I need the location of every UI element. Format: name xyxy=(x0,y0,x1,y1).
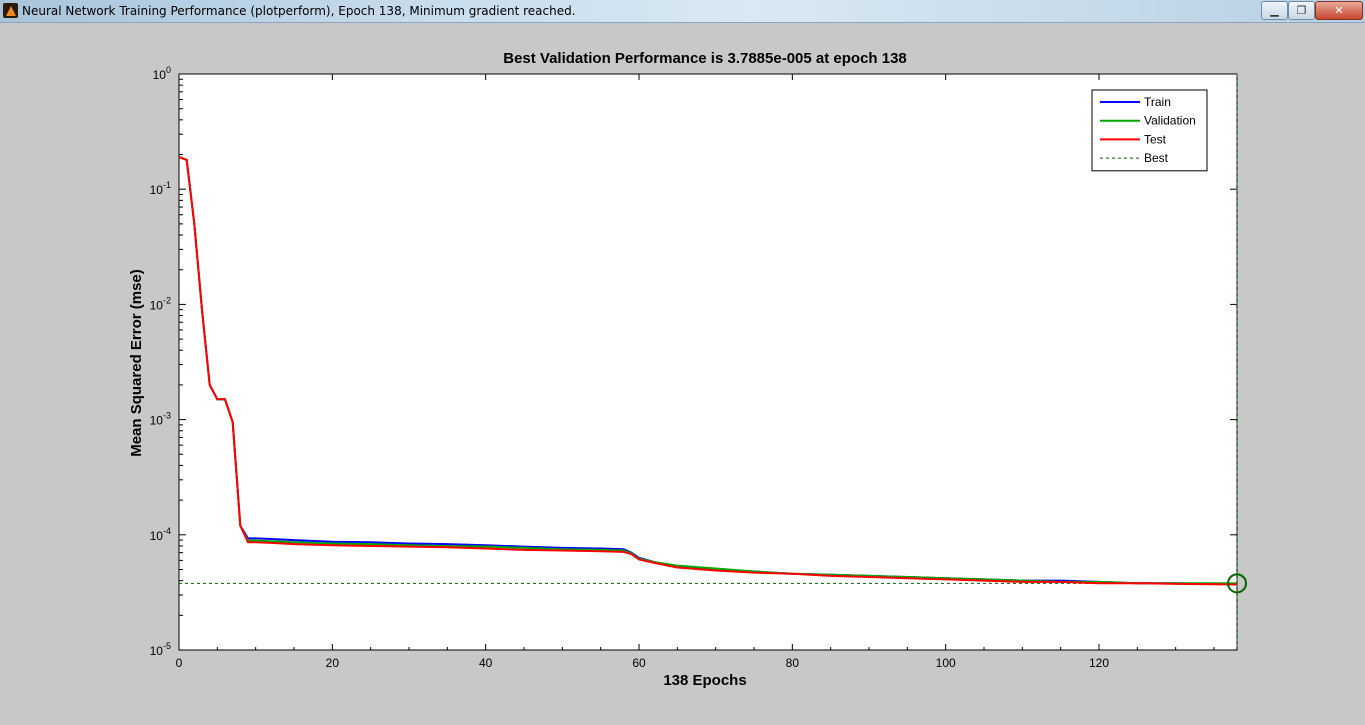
chart-title: Best Validation Performance is 3.7885e-0… xyxy=(503,50,907,67)
y-tick-label: 10-2 xyxy=(150,295,171,312)
x-tick-label: 20 xyxy=(326,656,340,670)
y-tick-label: 10-3 xyxy=(150,411,171,428)
x-tick-label: 120 xyxy=(1089,656,1109,670)
y-tick-label: 100 xyxy=(153,65,171,82)
plot-area xyxy=(178,73,1238,651)
y-axis-label: Mean Squared Error (mse) xyxy=(128,269,145,457)
x-axis-label: 138 Epochs xyxy=(663,672,746,689)
x-tick-label: 0 xyxy=(176,656,183,670)
close-button[interactable]: ✕ xyxy=(1315,1,1363,20)
legend-label-validation: Validation xyxy=(1144,114,1196,128)
legend-label-best: Best xyxy=(1144,151,1169,165)
x-tick-label: 100 xyxy=(936,656,956,670)
x-tick-label: 80 xyxy=(786,656,800,670)
matlab-icon xyxy=(3,3,18,18)
maximize-button[interactable]: ❐ xyxy=(1288,1,1315,20)
performance-chart: Best Validation Performance is 3.7885e-0… xyxy=(128,50,1247,689)
window-titlebar: Neural Network Training Performance (plo… xyxy=(0,0,1365,23)
legend-label-test: Test xyxy=(1144,132,1167,146)
x-tick-label: 60 xyxy=(632,656,646,670)
y-tick-label: 10-1 xyxy=(150,180,171,197)
window-title: Neural Network Training Performance (plo… xyxy=(22,4,576,18)
y-tick-label: 10-4 xyxy=(150,526,171,543)
minimize-button[interactable]: ▁ xyxy=(1261,1,1288,20)
legend: Train Validation Test Best xyxy=(1091,89,1208,172)
y-tick-label: 10-5 xyxy=(150,641,171,658)
legend-label-train: Train xyxy=(1144,95,1171,109)
x-tick-label: 40 xyxy=(479,656,493,670)
